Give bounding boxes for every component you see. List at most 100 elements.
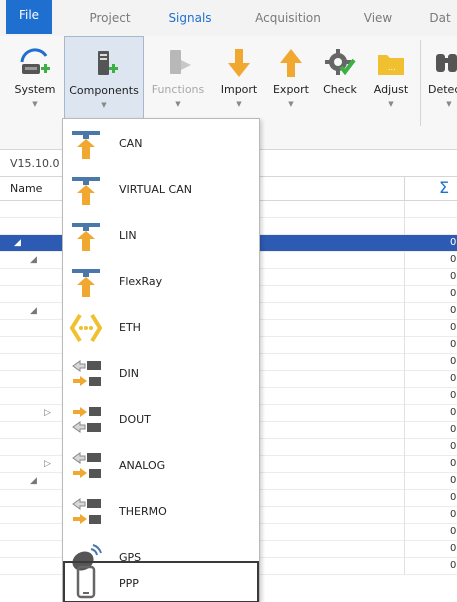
- digital-input-icon: [72, 360, 101, 386]
- tab-view[interactable]: View: [356, 0, 400, 36]
- lin-bus-icon: [72, 223, 100, 251]
- detect-button[interactable]: Detec ▼: [424, 36, 457, 128]
- menu-item-label: PPP: [119, 577, 139, 590]
- export-button[interactable]: Export ▼: [266, 36, 316, 128]
- expand-toggle-icon[interactable]: ◢: [14, 238, 21, 248]
- expand-toggle-icon[interactable]: ◢: [30, 476, 37, 486]
- import-arrow-icon: [228, 49, 250, 77]
- system-button[interactable]: System ▼: [8, 36, 62, 128]
- detect-label: Detec: [428, 83, 457, 96]
- row-value: 0: [450, 458, 457, 469]
- menu-item-lin[interactable]: LIN: [63, 213, 259, 259]
- menu-item-label: LIN: [119, 229, 137, 242]
- row-value: 0: [450, 237, 457, 248]
- thermo-icon: [72, 498, 101, 524]
- adjust-label: Adjust: [373, 83, 409, 96]
- menu-item-label: THERMO: [119, 505, 167, 518]
- menu-item-can[interactable]: CAN: [63, 121, 259, 167]
- components-dropdown-menu: CAN VIRTUAL CAN LIN FlexRay ETH DIN DOUT…: [62, 118, 260, 602]
- expand-toggle-icon[interactable]: ▷: [44, 459, 51, 469]
- expand-toggle-icon[interactable]: ◢: [30, 255, 37, 265]
- row-value: 0: [450, 390, 457, 401]
- menu-item-dout[interactable]: DOUT: [63, 397, 259, 443]
- functions-button[interactable]: Functions ▼: [148, 36, 208, 128]
- tab-signals[interactable]: Signals: [160, 0, 220, 36]
- detect-binoculars-icon: [436, 54, 457, 72]
- check-button[interactable]: Check: [318, 36, 362, 128]
- export-arrow-icon: [280, 49, 302, 77]
- chevron-down-icon: ▼: [175, 100, 181, 108]
- chevron-down-icon: ▼: [446, 100, 452, 108]
- tab-acquisition[interactable]: Acquisition: [248, 0, 328, 36]
- expand-toggle-icon[interactable]: ▷: [44, 408, 51, 418]
- name-column-header[interactable]: Name: [10, 182, 42, 195]
- system-device-add-icon: [20, 48, 50, 74]
- row-value: 0: [450, 288, 457, 299]
- functions-icon: [170, 50, 191, 74]
- menu-item-thermo[interactable]: THERMO: [63, 489, 259, 535]
- expand-toggle-icon[interactable]: ◢: [30, 306, 37, 316]
- tab-data[interactable]: Dat: [420, 0, 457, 36]
- row-value: 0: [450, 373, 457, 384]
- adjust-folder-icon: ...: [378, 55, 404, 75]
- menu-item-label: ETH: [119, 321, 141, 334]
- component-add-icon: [98, 51, 118, 75]
- svg-text:...: ...: [388, 63, 396, 72]
- chevron-down-icon: ▼: [288, 100, 294, 108]
- row-value: 0: [450, 543, 457, 554]
- row-value: 0: [450, 271, 457, 282]
- ppp-phone-icon: [76, 565, 96, 599]
- components-label: Components: [69, 84, 139, 97]
- row-value: 0: [450, 322, 457, 333]
- row-value: 0: [450, 509, 457, 520]
- import-label: Import: [220, 83, 258, 96]
- adjust-button[interactable]: ... Adjust ▼: [366, 36, 416, 128]
- row-value: 0: [450, 526, 457, 537]
- virtual-can-icon: [72, 177, 100, 205]
- row-value: 0: [450, 305, 457, 316]
- chevron-down-icon: ▼: [388, 100, 394, 108]
- chevron-down-icon: ▼: [32, 100, 38, 108]
- system-label: System: [14, 83, 56, 96]
- export-label: Export: [272, 83, 309, 96]
- menu-item-label: DOUT: [119, 413, 151, 426]
- row-value: 0: [450, 492, 457, 503]
- row-value: 0: [450, 560, 457, 571]
- menu-item-analog[interactable]: ANALOG: [63, 443, 259, 489]
- ethernet-icon: [69, 313, 103, 343]
- version-label: V15.10.0: [10, 157, 60, 170]
- row-value: 0: [450, 424, 457, 435]
- import-button[interactable]: Import ▼: [214, 36, 264, 128]
- row-value: 0: [450, 356, 457, 367]
- ribbon-separator: [420, 40, 421, 126]
- tab-file[interactable]: File: [6, 0, 52, 34]
- can-bus-icon: [72, 131, 100, 159]
- row-value: 0: [450, 407, 457, 418]
- analog-icon: [72, 452, 101, 478]
- row-value: 0: [450, 475, 457, 486]
- digital-output-icon: [72, 407, 101, 433]
- chevron-down-icon: ▼: [236, 100, 242, 108]
- menu-bar: File Project Signals Acquisition View Da…: [0, 0, 457, 36]
- row-value: 0: [450, 441, 457, 452]
- check-gear-icon: [325, 49, 356, 76]
- tab-project[interactable]: Project: [80, 0, 140, 36]
- menu-item-label: ANALOG: [119, 459, 166, 472]
- menu-item-din[interactable]: DIN: [63, 351, 259, 397]
- flexray-icon: [72, 269, 100, 297]
- chevron-down-icon: ▼: [101, 101, 107, 109]
- menu-item-label: DIN: [119, 367, 139, 380]
- menu-item-ppp[interactable]: PPP: [63, 561, 259, 602]
- check-label: Check: [323, 83, 357, 96]
- row-value: 0: [450, 254, 457, 265]
- menu-item-flexray[interactable]: FlexRay: [63, 259, 259, 305]
- menu-item-label: FlexRay: [119, 275, 163, 288]
- menu-item-virtual-can[interactable]: VIRTUAL CAN: [63, 167, 259, 213]
- row-value: 0: [450, 339, 457, 350]
- functions-label: Functions: [151, 83, 205, 96]
- sum-column-header[interactable]: Σ: [404, 177, 457, 200]
- menu-item-eth[interactable]: ETH: [63, 305, 259, 351]
- menu-item-label: CAN: [119, 137, 143, 150]
- menu-item-label: VIRTUAL CAN: [119, 183, 192, 196]
- components-button[interactable]: Components ▼: [64, 36, 144, 128]
